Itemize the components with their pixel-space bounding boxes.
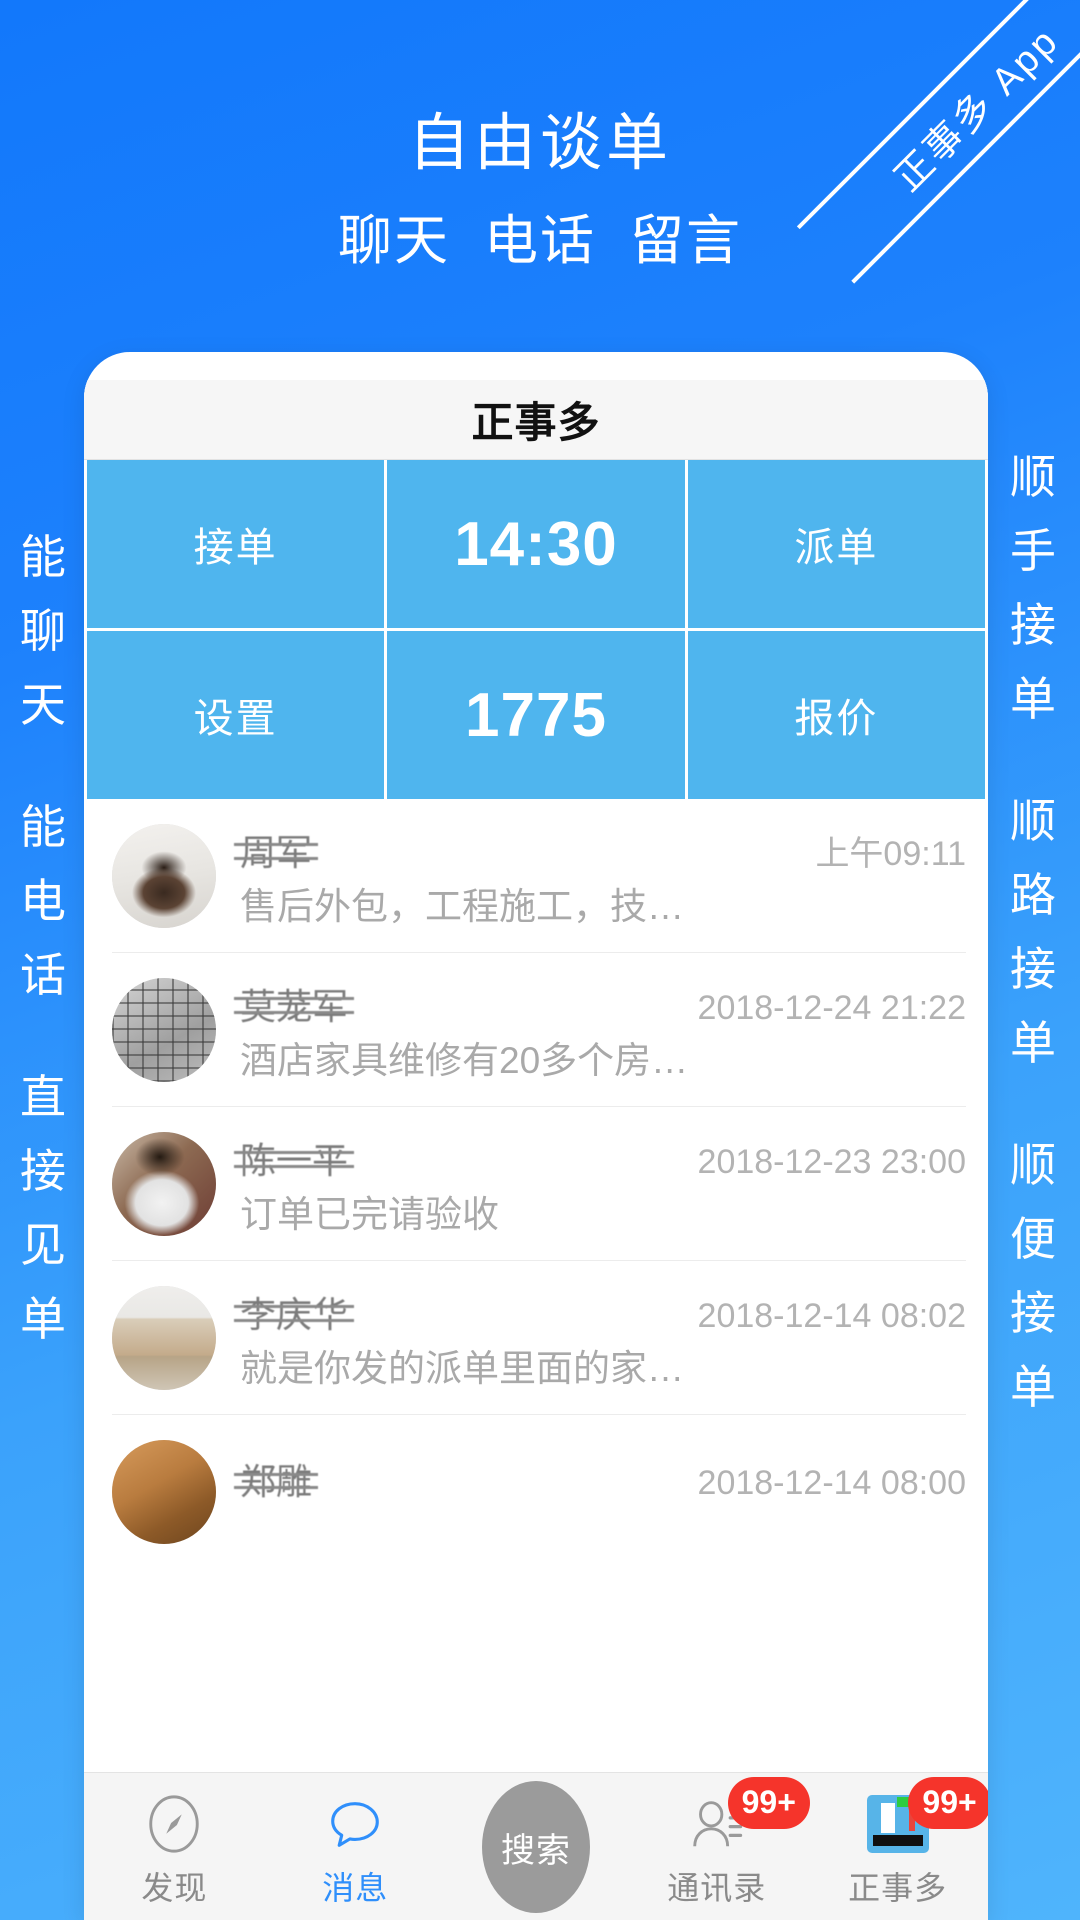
action-grid: 接单 14:30 派单 设置 1775 报价 [84,460,988,799]
message-timestamp: 上午09:11 [815,834,966,873]
search-icon: 搜索 [481,1781,590,1913]
status-badge: 99+ [908,1777,988,1829]
slogan-char: 接 [1010,599,1056,651]
grid-cell-time[interactable]: 14:30 [387,460,685,628]
slogan-char: 单 [20,1293,66,1345]
message-timestamp: 2018-12-24 21:22 [697,988,966,1027]
side-slogans-left: 能 聊 天 能 电 话 直 接 见 单 [4,520,82,1356]
side-slogan-left-2: 能 电 话 [4,790,82,1012]
tab-contacts[interactable]: 99+ 通讯录 [626,1773,810,1920]
slogan-char: 话 [20,949,66,1001]
avatar [112,977,216,1082]
avatar [112,1285,216,1390]
tab-label: 发现 [141,1870,208,1906]
slogan-char: 手 [1010,525,1056,577]
grid-cell-count[interactable]: 1775 [387,631,685,799]
message-body: 周军 上午09:11 售后外包，工程施工，技… [233,824,966,928]
grid-cell-accept-order[interactable]: 接单 [87,460,385,628]
slogan-char: 天 [20,679,66,731]
message-header-line: 郑雕 2018-12-14 08:00 [233,1453,966,1505]
message-sender-name: 莫茏军 [233,978,355,1030]
message-body: 陈一平 2018-12-23 23:00 订单已完请验收 [233,1132,966,1236]
slogan-char: 单 [1010,1361,1056,1413]
grid-cell-quote[interactable]: 报价 [687,631,985,799]
message-list[interactable]: 周军 上午09:11 售后外包，工程施工，技… 莫茏军 2018-12-24 2… [84,799,988,1569]
grid-cell-dispatch-order[interactable]: 派单 [687,460,985,628]
tab-label: 消息 [322,1870,389,1906]
message-header-line: 陈一平 2018-12-23 23:00 [233,1132,966,1184]
slogan-char: 单 [1010,1017,1056,1069]
side-slogan-right-3: 顺 便 接 单 [994,1128,1072,1424]
slogan-char: 接 [1010,1287,1056,1339]
message-list-item[interactable]: 郑雕 2018-12-14 08:00 [112,1415,966,1569]
message-preview: 售后外包，工程施工，技… [240,885,684,927]
message-timestamp: 2018-12-14 08:02 [697,1296,966,1335]
message-header-line: 周军 上午09:11 [233,824,966,876]
app-title: 正事多 [471,399,601,446]
side-slogan-right-1: 顺 手 接 单 [994,440,1072,736]
slogan-char: 直 [20,1071,66,1123]
slogan-char: 顺 [1010,1139,1056,1191]
avatar [112,1131,216,1236]
headline-sub: 聊天 电话 留言 [0,196,1080,275]
headline-sub-chat: 聊天 [338,211,450,271]
message-body: 莫茏军 2018-12-24 21:22 酒店家具维修有20多个房… [233,978,966,1082]
app-titlebar: 正事多 [84,380,988,460]
message-body: 李庆华 2018-12-14 08:02 就是你发的派单里面的家… [233,1286,966,1390]
headline-main: 自由谈单 [407,109,672,178]
slogan-char: 见 [20,1219,66,1271]
message-sender-name: 李庆华 [233,1286,355,1338]
compass-icon [141,1791,207,1857]
avatar [112,823,216,928]
message-list-item[interactable]: 陈一平 2018-12-23 23:00 订单已完请验收 [112,1107,966,1261]
message-preview: 酒店家具维修有20多个房… [240,1039,689,1081]
tab-label: 搜索 [500,1831,571,1870]
side-slogan-left-3: 直 接 见 单 [4,1060,82,1356]
phone-screen: 正事多 接单 14:30 派单 设置 1775 报价 周军 上午09:11 售后… [84,380,988,1920]
bottom-tabbar: 发现 消息 搜索 99+ 通讯录 99+ 正事多 [84,1772,988,1920]
message-header-line: 莫茏军 2018-12-24 21:22 [233,978,966,1030]
slogan-char: 顺 [1010,795,1056,847]
tab-label: 通讯录 [667,1870,767,1906]
side-slogan-right-2: 顺 路 接 单 [994,784,1072,1080]
slogan-char: 便 [1010,1213,1056,1265]
tab-messages[interactable]: 消息 [265,1773,446,1920]
slogan-char: 能 [20,531,66,583]
message-timestamp: 2018-12-23 23:00 [697,1142,966,1181]
headline-sub-message: 留言 [630,211,742,271]
side-slogan-left-1: 能 聊 天 [4,520,82,742]
message-preview: 订单已完请验收 [240,1193,499,1235]
message-sender-name: 陈一平 [233,1132,355,1184]
tab-app[interactable]: 99+ 正事多 [807,1773,988,1920]
slogan-char: 路 [1010,869,1056,921]
phone-mockup: 正事多 接单 14:30 派单 设置 1775 报价 周军 上午09:11 售后… [84,352,988,1920]
grid-cell-settings[interactable]: 设置 [87,631,385,799]
slogan-char: 单 [1010,673,1056,725]
tab-search[interactable]: 搜索 [446,1773,627,1920]
message-body: 郑雕 2018-12-14 08:00 [233,1440,966,1544]
slogan-char: 接 [1010,943,1056,995]
chat-icon [322,1791,388,1857]
message-list-item[interactable]: 莫茏军 2018-12-24 21:22 酒店家具维修有20多个房… [112,953,966,1107]
message-sender-name: 周军 [233,824,319,876]
side-slogans-right: 顺 手 接 单 顺 路 接 单 顺 便 接 单 [994,440,1072,1424]
slogan-char: 顺 [1010,451,1056,503]
slogan-char: 聊 [20,605,66,657]
message-list-item[interactable]: 李庆华 2018-12-14 08:02 就是你发的派单里面的家… [112,1261,966,1415]
status-badge: 99+ [727,1777,810,1829]
slogan-char: 接 [20,1145,66,1197]
message-sender-name: 郑雕 [233,1453,319,1505]
message-timestamp: 2018-12-14 08:00 [697,1464,966,1502]
avatar [112,1440,216,1544]
promo-poster: 正事多 App 自由谈单 聊天 电话 留言 能 聊 天 能 电 话 直 接 见 单 … [0,0,1080,1920]
message-list-item[interactable]: 周军 上午09:11 售后外包，工程施工，技… [112,799,966,953]
tab-discover[interactable]: 发现 [84,1773,265,1920]
headline-sub-call: 电话 [484,211,596,271]
message-header-line: 李庆华 2018-12-14 08:02 [233,1286,966,1338]
slogan-char: 电 [20,875,66,927]
message-preview: 就是你发的派单里面的家… [240,1347,684,1389]
tab-label: 正事多 [848,1870,948,1906]
slogan-char: 能 [20,801,66,853]
